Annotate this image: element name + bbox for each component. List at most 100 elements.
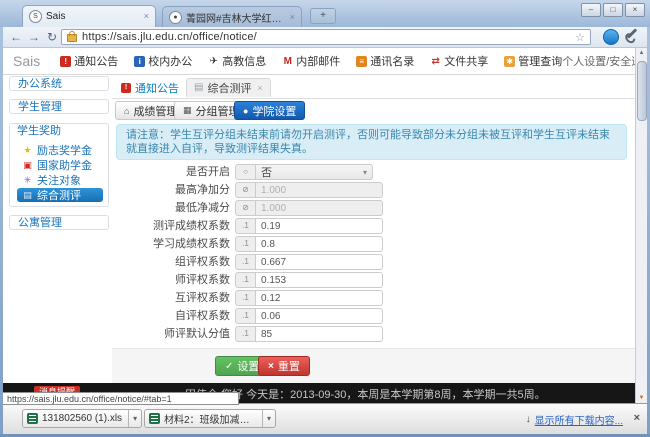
tab-close-icon[interactable]: × (144, 12, 149, 21)
sidebar-item-comprehensive-eval[interactable]: ▤ 综合测评 (17, 188, 103, 202)
close-downloads-bar-button[interactable]: × (634, 412, 640, 424)
forward-button[interactable]: → (26, 29, 42, 45)
button-label: 设置 (237, 358, 259, 374)
teacher-eval-weight-input[interactable] (255, 272, 383, 288)
browser-tab-other[interactable]: ● 菁园网#吉林大学红色网站# × (162, 6, 302, 28)
teacher-default-score-input[interactable] (255, 326, 383, 342)
sidebar-item-label: 关注对象 (37, 172, 81, 188)
power-icon: ○ (235, 164, 256, 180)
sidebar-section-students[interactable]: 学生管理 (9, 99, 109, 114)
reset-button[interactable]: × 重置 (258, 356, 310, 376)
ban-icon: ⊘ (235, 182, 256, 198)
content-tab-notices[interactable]: ! 通知公告 × (114, 78, 197, 97)
grid-icon: ▦ (183, 105, 192, 116)
titlebar: – □ × S Sais × ● 菁园网#吉林大学红色网站# × + (0, 0, 650, 27)
decimal-icon: .1 (235, 236, 256, 252)
college-settings-button[interactable]: ● 学院设置 (234, 101, 305, 120)
wrench-menu-icon[interactable] (627, 28, 638, 39)
scroll-down-arrow-icon[interactable]: ▼ (636, 395, 647, 401)
sidebar-section-office[interactable]: 办公系统 (9, 76, 109, 91)
chevron-down-icon: ▾ (363, 168, 367, 177)
bookmark-star-icon[interactable]: ☆ (575, 31, 585, 44)
warning-alert: 请注意：学生互评分组未结束前请勿开启测评，否则可能导致部分未分组未被互评和学生互… (116, 124, 627, 160)
sidebar-item-scholarship[interactable]: ★ 励志奖学金 (22, 143, 104, 157)
peer-eval-weight-input[interactable] (255, 290, 383, 306)
form-row: 最低净减分 ⊘ (112, 200, 635, 216)
downloads-bar: 131802560 (1).xls ▾ 材料2：班级加减分….xls ▾ ↓ 显… (3, 403, 647, 434)
download-item[interactable]: 材料2：班级加减分….xls ▾ (144, 409, 276, 428)
decimal-icon: .1 (235, 326, 256, 342)
sidebar-section-awards-header[interactable]: 学生奖助 (10, 124, 108, 139)
plane-icon: ✈ (208, 56, 219, 67)
close-icon[interactable]: × (257, 83, 262, 93)
back-button[interactable]: ← (8, 29, 24, 45)
scrollbar-thumb[interactable] (637, 61, 647, 121)
sidebar-item-label: 综合测评 (37, 187, 81, 203)
select-value: 否 (261, 164, 272, 180)
sidebar-item-watch-list[interactable]: ✳ 关注对象 (22, 173, 104, 187)
nav-item-office[interactable]: i校内办公 (134, 53, 192, 69)
nav-item-mail[interactable]: M内部邮件 (282, 53, 340, 69)
tab-close-icon[interactable]: × (290, 13, 295, 22)
group-eval-weight-input[interactable] (255, 254, 383, 270)
field-label: 师评默认分值 (112, 326, 230, 342)
nav-label: 管理查询 (518, 53, 562, 69)
notebook-icon: ▤ (22, 190, 33, 201)
reload-button[interactable]: ↻ (44, 29, 60, 45)
button-label: 分组管理 (196, 103, 240, 119)
minimize-button[interactable]: – (581, 3, 601, 17)
chevron-down-icon[interactable]: ▾ (128, 410, 141, 427)
decimal-icon: .1 (235, 218, 256, 234)
page-icon: ▤ (194, 82, 203, 93)
content-tab-eval[interactable]: ▤ 综合测评 × (186, 78, 271, 97)
nav-item-highedu[interactable]: ✈高教信息 (208, 53, 266, 69)
page-scrollbar[interactable]: ▲ ▼ (635, 48, 647, 403)
dot-icon: ● (243, 106, 248, 116)
extension-icon[interactable] (603, 29, 619, 45)
app-nav: !通知公告 i校内办公 ✈高教信息 M内部邮件 ≡通讯名录 ⇄文件共享 ✱管理查… (60, 53, 562, 69)
red-book-icon: ▣ (22, 160, 33, 171)
form-row: 组评权系数 .1 (112, 254, 635, 270)
study-score-weight-input[interactable] (255, 236, 383, 252)
sidebar-item-national-grant[interactable]: ▣ 国家助学金 (22, 158, 104, 172)
field-label: 师评权系数 (112, 272, 230, 288)
form-row: 师评权系数 .1 (112, 272, 635, 288)
download-arrow-icon: ↓ (526, 414, 531, 425)
download-item[interactable]: 131802560 (1).xls ▾ (22, 409, 142, 428)
nav-item-notices[interactable]: !通知公告 (60, 53, 118, 69)
scroll-up-arrow-icon[interactable]: ▲ (636, 50, 647, 56)
field-label: 最低净减分 (112, 200, 230, 216)
nav-label: 校内办公 (148, 53, 192, 69)
min-deduction-input[interactable] (255, 200, 383, 216)
window-controls: – □ × (581, 3, 645, 17)
home-icon: ⌂ (124, 106, 129, 116)
flower-icon: ✳ (22, 175, 33, 186)
info-icon: i (134, 56, 145, 67)
browser-tab-sais[interactable]: S Sais × (22, 5, 156, 27)
form-row: 是否开启 ○ 否 ▾ (112, 164, 635, 180)
downloads-show-all[interactable]: ↓ 显示所有下载内容... (526, 412, 623, 427)
enable-select[interactable]: 否 ▾ (255, 164, 373, 180)
nav-item-fileshare[interactable]: ⇄文件共享 (430, 53, 488, 69)
self-eval-weight-input[interactable] (255, 308, 383, 324)
status-strip-text: 田伟全 您好 今天是：2013-09-30，本周是本学期第8周，本学期一共5周。 (185, 386, 546, 402)
sidebar-section-dorm[interactable]: 公寓管理 (9, 215, 109, 230)
show-all-downloads-link[interactable]: 显示所有下载内容... (535, 412, 623, 427)
decimal-icon: .1 (235, 290, 256, 306)
nav-label: 通知公告 (74, 53, 118, 69)
new-tab-button[interactable]: + (310, 8, 336, 24)
max-bonus-input[interactable] (255, 182, 383, 198)
nav-label: 通讯名录 (370, 53, 414, 69)
eval-toolbar: ⌂ 成绩管理 ▾ ▦ 分组管理 ▾ ● 学院设置 (112, 101, 635, 121)
address-bar[interactable]: https://sais.jlu.edu.cn/office/notice/ ☆ (61, 29, 591, 45)
share-icon: ⇄ (430, 56, 441, 67)
nav-item-admin-query[interactable]: ✱管理查询 (504, 53, 562, 69)
main-panel: ! 通知公告 × ▤ 综合测评 × ⌂ 成绩管理 ▾ ▦ 分组 (112, 78, 636, 383)
chevron-down-icon[interactable]: ▾ (262, 410, 275, 427)
content-tabbar: ! 通知公告 × ▤ 综合测评 × (112, 78, 635, 99)
maximize-button[interactable]: □ (603, 3, 623, 17)
close-window-button[interactable]: × (625, 3, 645, 17)
eval-score-weight-input[interactable] (255, 218, 383, 234)
nav-item-contacts[interactable]: ≡通讯名录 (356, 53, 414, 69)
sidebar-item-label: 励志奖学金 (37, 142, 92, 158)
